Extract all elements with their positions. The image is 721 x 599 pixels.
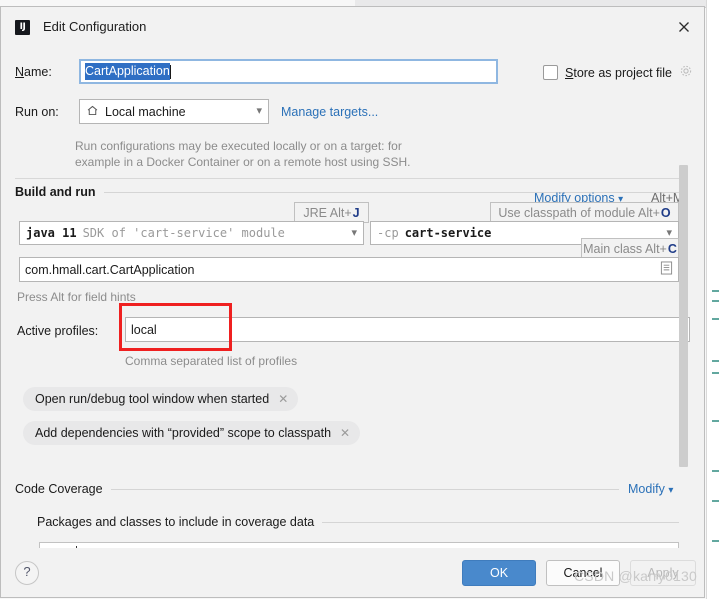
classpath-prefix: -cp [377, 226, 399, 240]
chevron-down-icon: ▾ [666, 226, 672, 239]
name-input-value: CartApplication [85, 63, 170, 80]
field-hints-text: Press Alt for field hints [17, 290, 136, 304]
chevron-down-icon: ▾ [668, 485, 674, 496]
run-on-value: Local machine [105, 104, 186, 119]
jre-hint-bubble: JRE Alt+ J [294, 202, 369, 223]
active-profiles-helper: Comma separated list of profiles [125, 354, 298, 368]
editor-marker [712, 420, 719, 422]
chip-label: Open run/debug tool window when started [35, 392, 270, 406]
editor-marker [712, 470, 719, 472]
divider [15, 178, 679, 179]
code-coverage-modify-link[interactable]: Modify ▾ [628, 482, 673, 496]
coverage-packages-label-row: Packages and classes to include in cover… [37, 515, 679, 529]
code-coverage-title: Code Coverage [15, 482, 103, 496]
chip-open-run-debug-tool-window[interactable]: Open run/debug tool window when started … [23, 387, 299, 411]
chevron-down-icon: ▾ [351, 226, 357, 239]
active-profiles-value: local [131, 322, 157, 337]
help-button[interactable]: ? [15, 561, 39, 585]
editor-marker [712, 318, 719, 320]
dialog-title: Edit Configuration [43, 19, 147, 34]
main-class-input[interactable]: com.hmall.cart.CartApplication [19, 257, 679, 282]
run-on-label: Run on: [15, 105, 59, 119]
jre-combobox[interactable]: java 11 SDK of 'cart-service' module ▾ [19, 221, 364, 245]
build-and-run-title: Build and run [15, 185, 96, 199]
manage-targets-link[interactable]: Manage targets... [281, 105, 378, 119]
jre-value: java 11 [26, 226, 77, 240]
watermark: CSDN @karry0130 [574, 568, 698, 584]
chevron-down-icon: ▾ [256, 105, 262, 117]
ok-button[interactable]: OK [462, 560, 536, 586]
document-browse-icon[interactable] [660, 261, 673, 278]
name-label: Name: [15, 65, 52, 79]
run-on-combobox[interactable]: Local machine ▾ [79, 99, 269, 124]
editor-marker [712, 500, 719, 502]
editor-marker [712, 290, 719, 292]
section-rule [110, 488, 619, 490]
editor-marker [712, 300, 719, 302]
close-small-icon[interactable]: ✕ [278, 393, 288, 405]
close-small-icon[interactable]: ✕ [340, 427, 350, 439]
store-as-project-file-row[interactable]: Store as project file [543, 64, 693, 81]
classpath-module: cart-service [404, 226, 492, 240]
scrollbar-thumb[interactable] [679, 165, 688, 467]
home-icon [86, 104, 99, 120]
store-as-project-file-label: Store as project file [565, 65, 673, 80]
coverage-packages-label: Packages and classes to include in cover… [37, 515, 315, 529]
name-input[interactable]: CartApplication [79, 59, 498, 84]
active-profiles-input[interactable]: local [125, 317, 690, 342]
intellij-logo-icon: IJ [15, 20, 30, 35]
jre-value-description: SDK of 'cart-service' module [82, 226, 285, 240]
editor-marker [712, 360, 719, 362]
classpath-hint-bubble: Use classpath of module Alt+ O [490, 202, 679, 223]
run-on-hint: Run configurations may be executed local… [75, 139, 411, 169]
close-icon[interactable] [674, 17, 694, 37]
code-coverage-section-header: Code Coverage [15, 482, 619, 496]
chip-label: Add dependencies with “provided” scope t… [35, 426, 332, 440]
background-editor-strip [706, 0, 721, 599]
store-as-project-file-checkbox[interactable] [543, 65, 558, 80]
editor-marker [712, 372, 719, 374]
edit-configuration-dialog: IJ Edit Configuration Name: CartApplicat… [0, 6, 705, 598]
dialog-titlebar: IJ Edit Configuration [1, 7, 704, 43]
main-class-hint-bubble: Main class Alt+ C [581, 238, 679, 259]
editor-marker [712, 540, 719, 542]
active-profiles-label: Active profiles: [17, 324, 99, 338]
gear-icon[interactable] [679, 64, 693, 81]
text-caret [169, 64, 171, 79]
section-rule [322, 521, 679, 523]
main-class-value: com.hmall.cart.CartApplication [25, 262, 195, 277]
chip-add-provided-dependencies[interactable]: Add dependencies with “provided” scope t… [23, 421, 361, 445]
